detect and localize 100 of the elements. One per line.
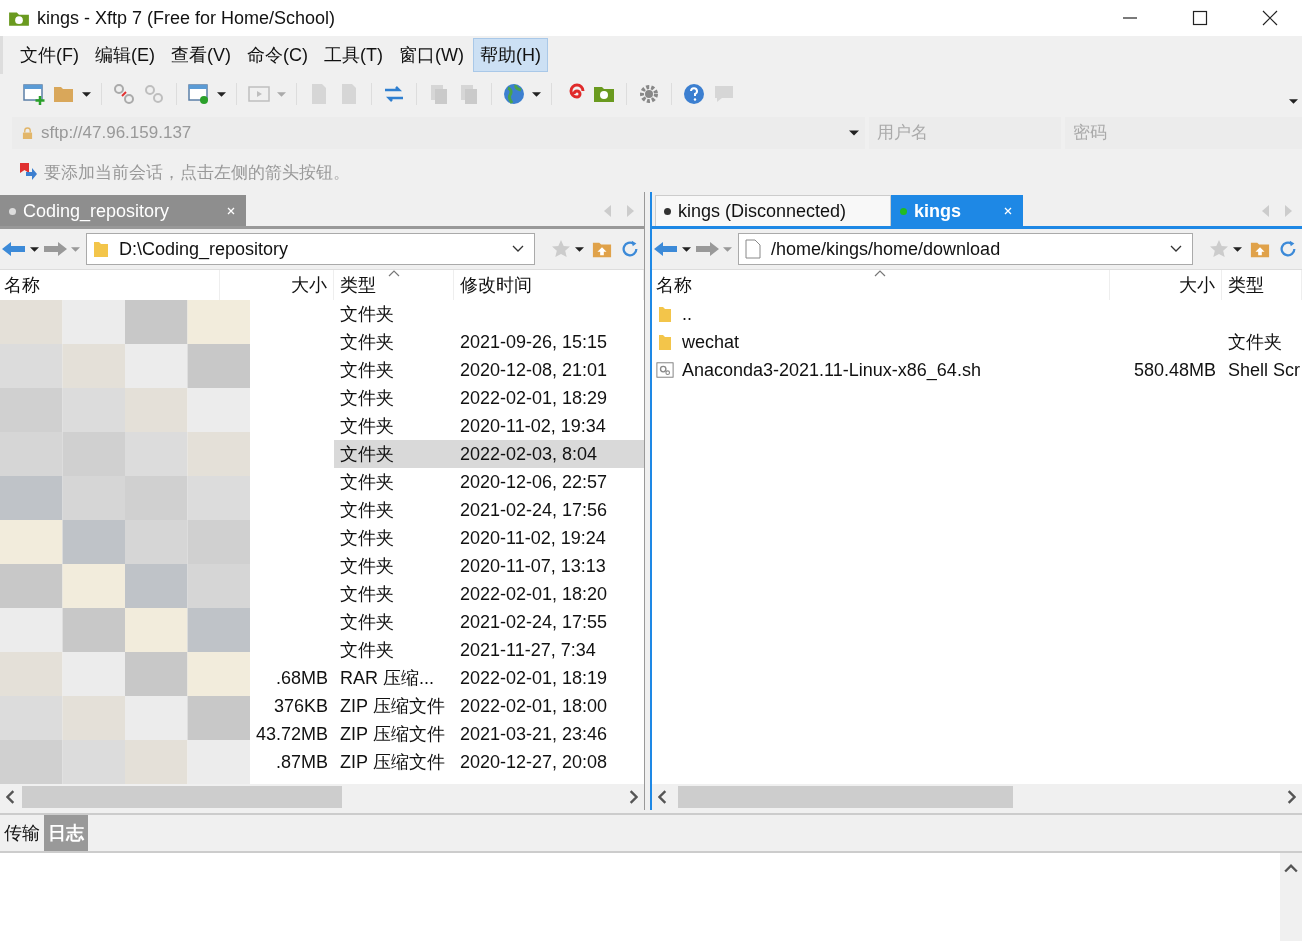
scrollbar-thumb[interactable] [678,786,1013,808]
folder-icon [656,333,674,351]
path-field[interactable]: /home/kings/home/download [738,233,1193,265]
file-row[interactable]: ZIP 压缩文件 2020-12-27, 20:08 [334,748,644,776]
settings-icon[interactable] [637,82,661,106]
add-session-icon[interactable] [18,162,38,182]
table-cell: 文件夹 [340,388,394,408]
table-cell: 2021-11-27, 7:34 [460,639,596,660]
window-title: kings - Xftp 7 (Free for Home/School) [37,7,336,29]
file-row[interactable]: wechat 文件夹 [652,328,1302,356]
star-icon[interactable] [551,239,571,259]
table-cell: 2021-02-24, 17:55 [460,611,608,632]
menu-item[interactable]: 命令(C) [240,38,315,72]
caret-icon[interactable] [682,244,691,254]
file-name: Anaconda3-2021.11-Linux-x86_64.sh [682,359,981,381]
column-header[interactable]: 类型 [334,270,454,300]
file-name: .. [682,303,692,325]
sort-indicator-icon [388,270,400,277]
file-row[interactable]: 文件夹 [334,300,644,328]
table-cell: Shell Scr [1228,359,1301,380]
table-cell: 2020-12-06, 22:57 [460,471,608,492]
globe-icon[interactable] [502,82,526,106]
file-row[interactable]: ZIP 压缩文件 2021-03-21, 23:46 [334,720,644,748]
folder-icon [656,305,674,323]
file-row[interactable]: 文件夹 2021-09-26, 15:15 [334,328,644,356]
username-field[interactable]: 用户名 [869,117,1061,149]
session-tab[interactable]: kings (Disconnected) [655,195,891,226]
file-row[interactable]: ZIP 压缩文件 2022-02-01, 18:00 [334,692,644,720]
password-field[interactable]: 密码 [1065,117,1302,149]
caret-icon[interactable] [217,89,226,99]
file-row[interactable]: 文件夹 2021-02-24, 17:56 [334,496,644,524]
link-icon[interactable] [142,82,166,106]
table-cell: ZIP 压缩文件 [340,724,445,744]
file-row[interactable]: .. [652,300,1302,328]
menu-item[interactable]: 窗口(W) [391,38,471,72]
file-row[interactable]: Anaconda3-2021.11-Linux-x86_64.sh 580.48MB Shell Scr [652,356,1302,384]
file-name: wechat [682,331,740,353]
caret-icon[interactable] [1289,96,1298,106]
table-cell: 2022-02-01, 18:19 [460,667,608,688]
scrollbar-thumb[interactable] [22,786,342,808]
table-cell: 2020-11-02, 19:24 [460,527,606,548]
file-row[interactable]: 文件夹 2020-12-08, 21:01 [334,356,644,384]
table-cell: 2022-02-01, 18:20 [460,583,608,604]
refresh-icon[interactable] [1278,239,1298,259]
session-settings-icon[interactable] [187,82,211,106]
column-header[interactable]: 名称 [652,270,1110,300]
table-cell: 文件夹 [340,444,394,464]
caret-icon[interactable] [1233,244,1242,254]
table-cell: 文件夹 [340,640,394,660]
caret-icon[interactable] [82,89,91,99]
column-header[interactable]: 类型 [1222,270,1302,300]
caret-icon[interactable] [575,244,584,254]
menu-item[interactable]: 帮助(H) [472,38,548,72]
caret-icon[interactable] [532,89,541,99]
file-row[interactable]: 文件夹 2020-11-02, 19:24 [334,524,644,552]
table-cell: ZIP 压缩文件 [340,696,445,716]
session-tab[interactable]: kings [891,195,1023,226]
table-cell: 2022-02-01, 18:29 [460,387,608,408]
column-header[interactable]: 大小 [1110,270,1222,300]
refresh-icon[interactable] [620,239,640,259]
menu-item[interactable]: 编辑(E) [88,38,162,72]
menu-item[interactable]: 文件(F) [13,38,86,72]
chevron-down-icon[interactable] [512,245,524,253]
menu-item[interactable]: 查看(V) [164,38,238,72]
new-session-icon[interactable] [22,82,46,106]
table-cell: 2020-12-08, 21:01 [460,359,608,380]
file-row[interactable]: 文件夹 2021-11-27, 7:34 [334,636,644,664]
table-cell: 文件夹 [340,556,394,576]
table-cell: 文件夹 [340,612,394,632]
caret-icon[interactable] [30,244,39,254]
vertical-scrollbar[interactable] [1280,853,1302,941]
caret-icon[interactable] [849,128,859,138]
table-cell: RAR 压缩... [340,668,434,688]
column-header[interactable]: 修改时间 [454,270,644,300]
file-row[interactable]: 文件夹 2020-12-06, 22:57 [334,468,644,496]
lock-icon [22,126,33,140]
path-field[interactable]: D:\Coding_repository [86,233,535,265]
table-cell: 2021-02-24, 17:56 [460,499,608,520]
file-row[interactable]: 文件夹 2022-02-03, 8:04 [334,440,644,468]
help-icon[interactable] [682,82,706,106]
file-row[interactable]: 文件夹 2020-11-02, 19:34 [334,412,644,440]
maximize-icon[interactable] [1192,10,1208,26]
panel-tab[interactable]: 传输 [0,815,44,851]
hint-text: 要添加当前会话，点击左侧的箭头按钮。 [44,161,350,184]
file-row[interactable]: 文件夹 2020-11-07, 13:13 [334,552,644,580]
table-cell: 2020-11-07, 13:13 [460,555,606,576]
star-icon[interactable] [1209,239,1229,259]
disconnect-icon[interactable] [112,82,136,106]
file-row[interactable]: 文件夹 2022-02-01, 18:20 [334,580,644,608]
file-row[interactable]: 文件夹 2022-02-01, 18:29 [334,384,644,412]
menu-item[interactable]: 工具(T) [317,38,390,72]
table-cell: .87MB [275,751,328,773]
scroll-up-icon[interactable] [1284,863,1298,873]
table-cell: 43.72MB [255,723,328,745]
file-row[interactable]: 文件夹 2021-02-24, 17:55 [334,608,644,636]
close-icon[interactable] [1262,10,1278,26]
table-cell: 2020-12-27, 20:08 [460,751,608,772]
file-row[interactable]: RAR 压缩... 2022-02-01, 18:19 [334,664,644,692]
chevron-down-icon[interactable] [1170,245,1182,253]
table-cell: 580.48MB [1133,359,1216,381]
